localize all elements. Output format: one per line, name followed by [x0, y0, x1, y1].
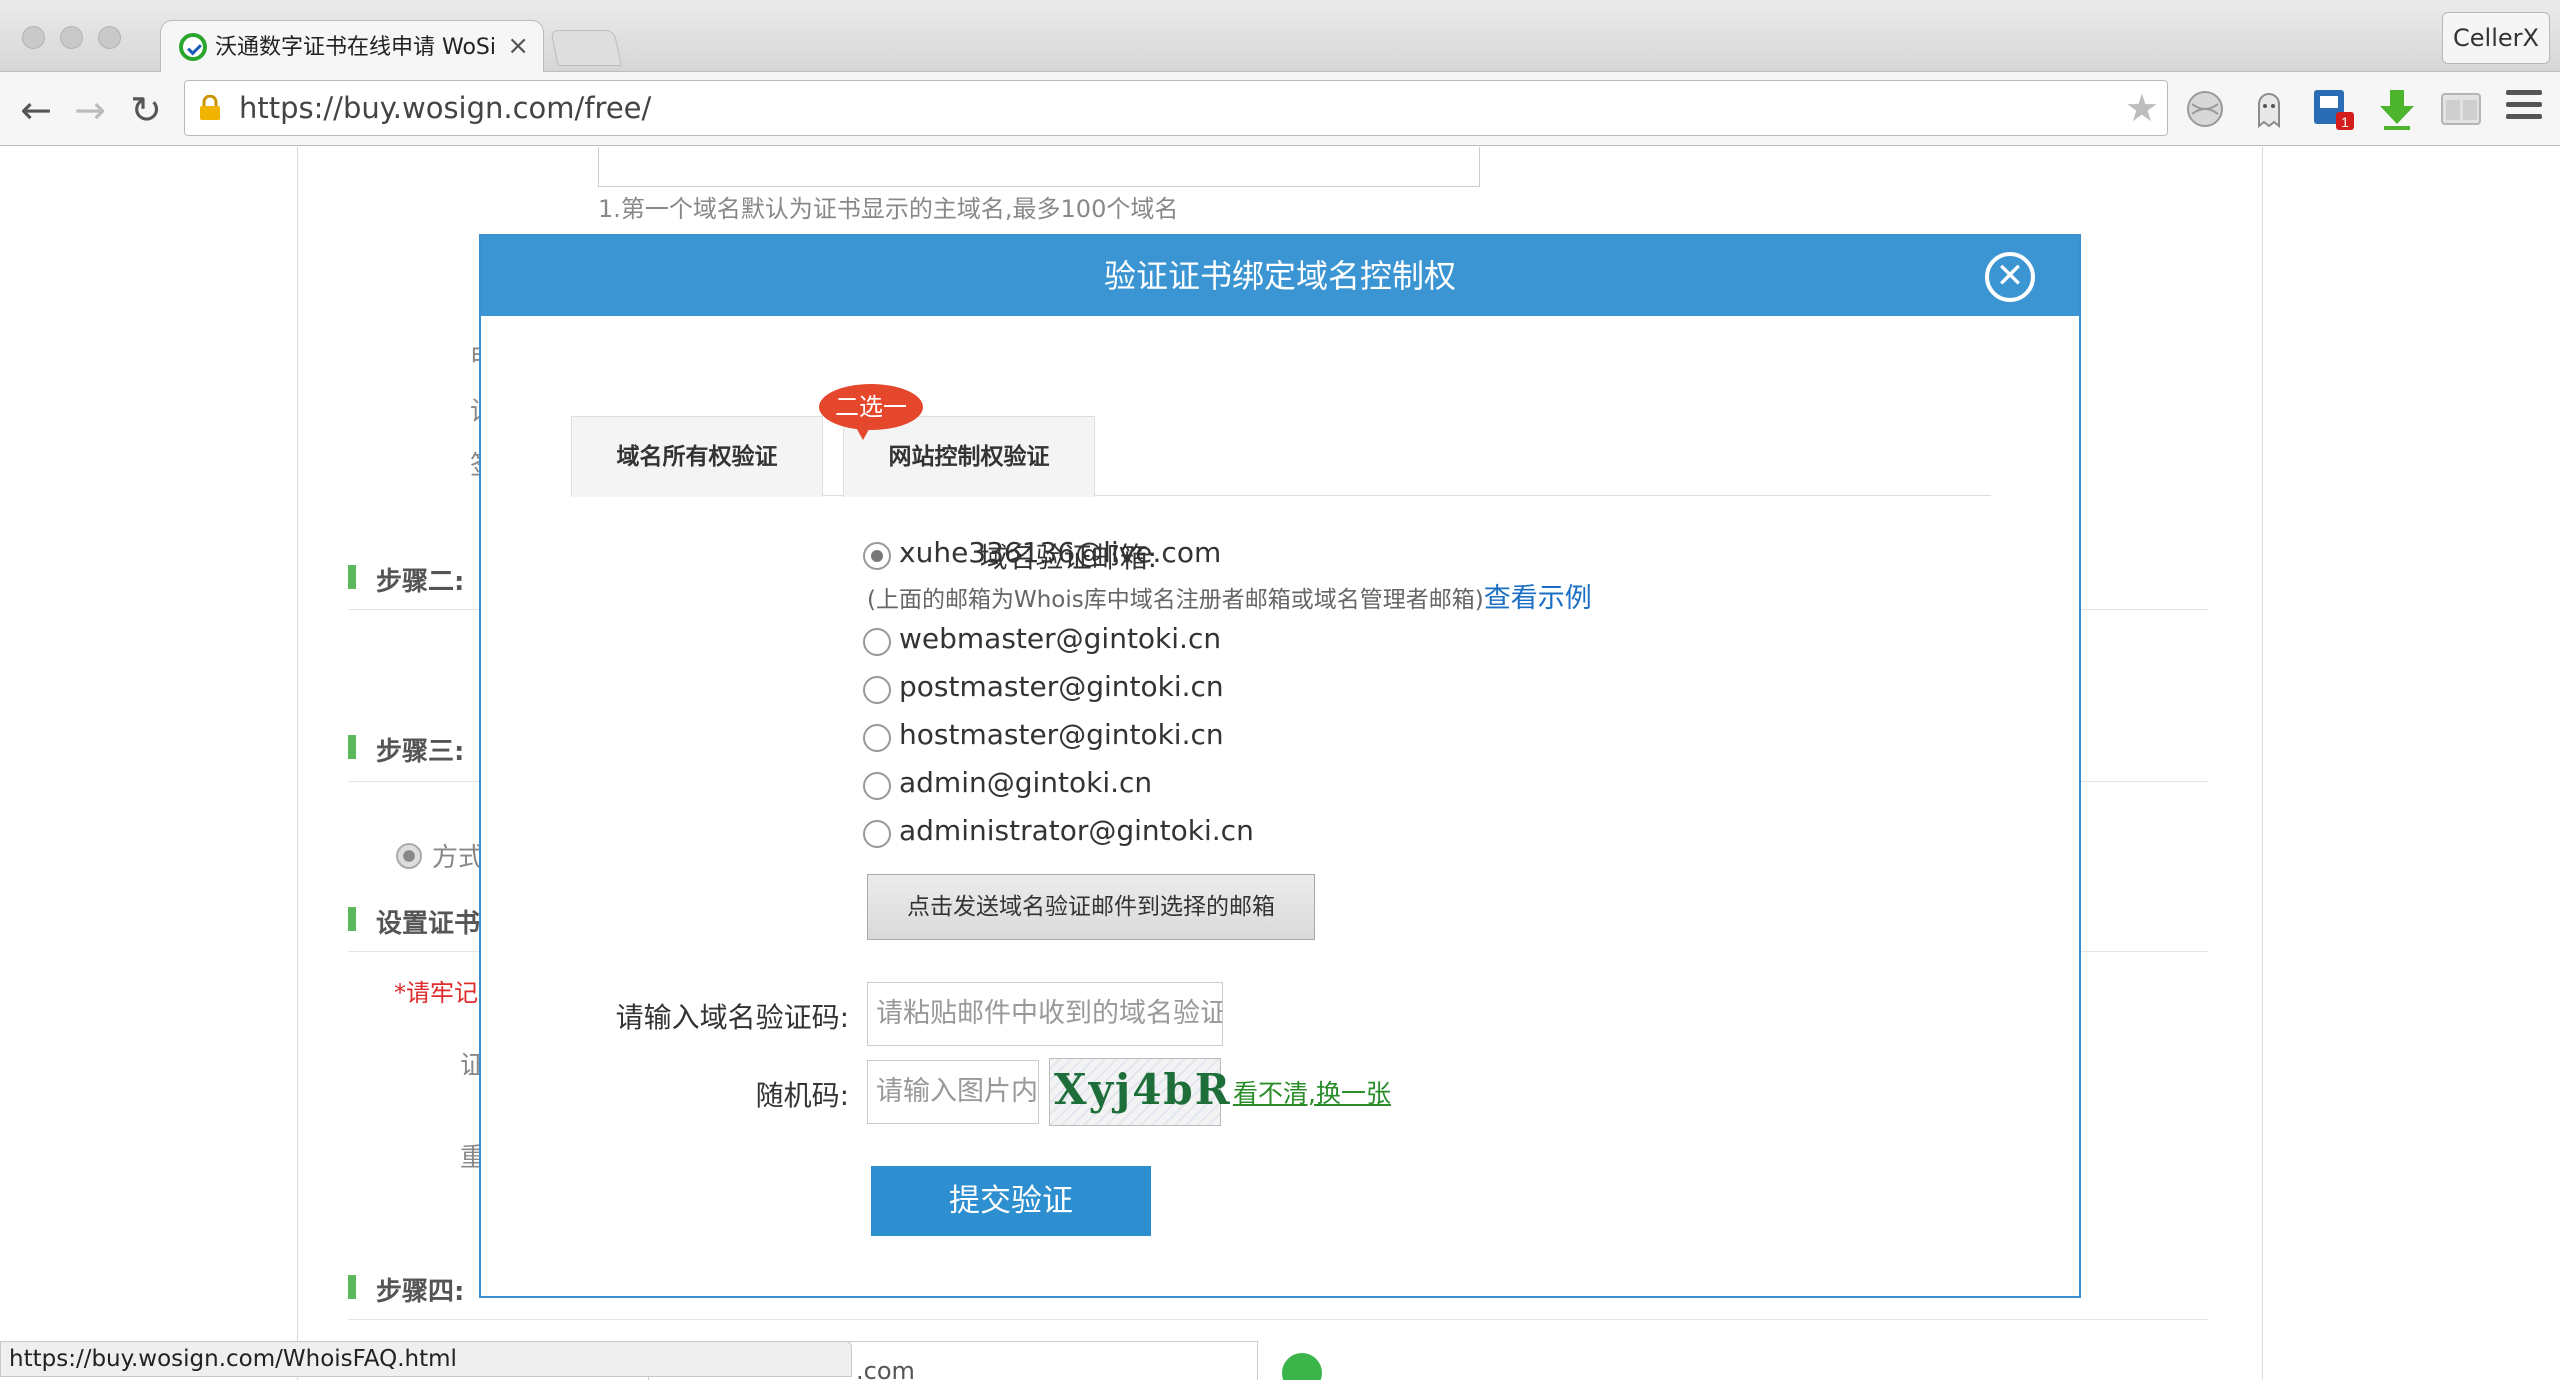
step-three-title: 步骤三: — [348, 731, 464, 768]
globe-icon[interactable] — [2182, 86, 2228, 132]
email-radio[interactable] — [863, 676, 891, 704]
email-option-label[interactable]: hostmaster@gintoki.cn — [899, 718, 1224, 751]
verify-domain-dialog: 验证证书绑定域名控制权 ✕ 域名所有权验证 网站控制权验证 二选一 域名验证邮箱… — [479, 234, 2081, 1298]
view-example-link[interactable]: 查看示例 — [1484, 583, 1592, 614]
extension-icon[interactable]: 1 — [2310, 86, 2356, 132]
whois-note-text: (上面的邮箱为Whois库中域名注册者邮箱或域名管理者邮箱) — [867, 587, 1484, 613]
email-option-label[interactable]: admin@gintoki.cn — [899, 766, 1152, 799]
domains-textarea[interactable] — [598, 147, 1480, 187]
ghost-icon[interactable] — [2246, 86, 2292, 132]
lock-warning-icon — [200, 95, 220, 120]
captcha-input[interactable]: 请输入图片内容 — [867, 1060, 1039, 1124]
wosign-favicon-icon — [179, 33, 207, 61]
profile-button[interactable]: CellerX — [2442, 12, 2550, 64]
reload-icon[interactable]: ↻ — [124, 88, 168, 132]
status-url-bubble: https://buy.wosign.com/WhoisFAQ.html — [0, 1341, 852, 1377]
address-bar[interactable]: https://buy.wosign.com/free/ ★ — [184, 80, 2168, 136]
verification-tabs: 域名所有权验证 网站控制权验证 — [571, 416, 1991, 497]
dialog-header: 验证证书绑定域名控制权 ✕ — [481, 236, 2079, 316]
zoom-window-button[interactable] — [98, 26, 121, 49]
choose-one-badge: 二选一 — [819, 384, 923, 440]
method-radio[interactable] — [396, 843, 422, 869]
email-radio[interactable] — [863, 542, 891, 570]
email-option-label[interactable]: webmaster@gintoki.cn — [899, 622, 1221, 655]
new-tab-button[interactable] — [550, 30, 622, 66]
submit-verification-button[interactable]: 提交验证 — [871, 1166, 1151, 1236]
step-two-title: 步骤二: — [348, 561, 464, 598]
email-radio[interactable] — [863, 772, 891, 800]
captcha-label: 随机码: — [755, 1079, 849, 1112]
warning-text: *请牢记 — [394, 979, 478, 1007]
tab-title: 沃通数字证书在线申请 WoSign — [215, 35, 495, 60]
method-label: 方式 — [432, 843, 485, 873]
captcha-text: Xyj4bR — [1054, 1065, 1232, 1114]
tab-domain-ownership[interactable]: 域名所有权验证 — [571, 416, 823, 497]
domain-input-text: .com — [856, 1357, 915, 1380]
email-radio[interactable] — [863, 724, 891, 752]
page-border-left — [297, 147, 298, 1380]
email-option-label[interactable]: postmaster@gintoki.cn — [899, 670, 1224, 703]
domain-hint-text: 1.第一个域名默认为证书显示的主域名,最多100个域名 — [598, 195, 1179, 223]
email-radio[interactable] — [863, 820, 891, 848]
step-four-title: 步骤四: — [348, 1271, 464, 1308]
whois-note: (上面的邮箱为Whois库中域名注册者邮箱或域名管理者邮箱)查看示例 — [867, 576, 1592, 615]
close-window-button[interactable] — [22, 26, 45, 49]
minimize-window-button[interactable] — [60, 26, 83, 49]
reader-icon[interactable] — [2438, 86, 2484, 132]
browser-titlebar: 沃通数字证书在线申请 WoSign × CellerX — [0, 0, 2560, 74]
send-verification-email-button[interactable]: 点击发送域名验证邮件到选择的邮箱 — [867, 874, 1315, 940]
browser-tab-active[interactable]: 沃通数字证书在线申请 WoSign × — [160, 20, 544, 74]
page-border-right — [2262, 147, 2263, 1380]
email-option-label[interactable]: administrator@gintoki.cn — [899, 814, 1254, 847]
dialog-title: 验证证书绑定域名控制权 — [1103, 257, 1456, 295]
star-icon[interactable]: ★ — [2125, 87, 2159, 129]
captcha-refresh-link[interactable]: 看不清,换一张 — [1233, 1074, 1391, 1110]
tab-close-icon[interactable]: × — [507, 31, 529, 61]
download-icon[interactable] — [2374, 86, 2420, 132]
back-icon[interactable]: ← — [14, 88, 58, 132]
email-option-label[interactable]: xuhe336136@live.com — [899, 536, 1221, 569]
code-label: 请输入域名验证码: — [615, 1001, 849, 1034]
check-icon — [1282, 1353, 1322, 1380]
browser-toolbar: ← → ↻ https://buy.wosign.com/free/ ★ 1 — [0, 72, 2560, 146]
url-text[interactable]: https://buy.wosign.com/free/ — [239, 81, 651, 135]
captcha-image[interactable]: Xyj4bR — [1049, 1058, 1230, 1126]
email-radio[interactable] — [863, 628, 891, 656]
forward-icon[interactable]: → — [68, 88, 112, 132]
set-cert-title: 设置证书 — [348, 903, 480, 940]
close-icon[interactable]: ✕ — [1985, 252, 2035, 302]
verification-code-input[interactable]: 请粘贴邮件中收到的域名验证码 — [867, 982, 1223, 1046]
menu-icon[interactable] — [2506, 90, 2542, 124]
svg-text:1: 1 — [2341, 114, 2349, 130]
divider — [348, 1319, 2208, 1320]
